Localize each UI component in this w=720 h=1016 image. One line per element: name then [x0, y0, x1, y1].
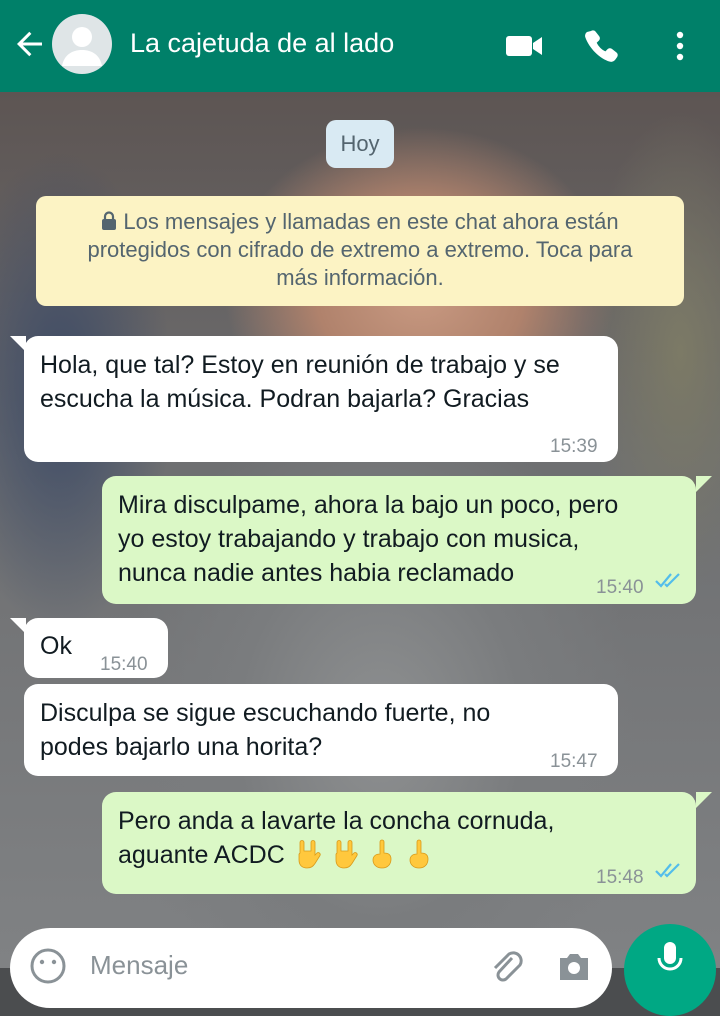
message-bubble-incoming[interactable]: Hola, que tal? Estoy en reunión de traba… [24, 336, 618, 462]
message-text: Pero anda a lavarte la concha cornuda, a… [118, 807, 555, 869]
message-time: 15:47 [550, 751, 598, 772]
message-composer[interactable]: Mensaje [10, 928, 612, 1008]
video-call-icon[interactable] [504, 26, 544, 66]
encryption-notice-line: protegidos con cifrado de extremo a extr… [87, 237, 633, 262]
avatar[interactable] [52, 14, 112, 74]
message-time: 15:39 [550, 436, 598, 457]
lock-icon [102, 211, 117, 230]
back-arrow-icon[interactable] [12, 26, 48, 62]
sign-of-the-horns-emoji-icon [335, 840, 358, 869]
encryption-notice-line: más información. [276, 265, 444, 290]
read-ticks-icon [655, 863, 680, 878]
phone-icon[interactable] [582, 26, 622, 66]
message-input[interactable]: Mensaje [90, 950, 188, 981]
message-text: Mira disculpame, ahora la bajo un poco, … [118, 491, 619, 587]
read-ticks-icon [655, 573, 680, 588]
encryption-notice[interactable]: Los mensajes y llamadas en este chat aho… [36, 196, 684, 306]
date-chip: Hoy [326, 120, 394, 168]
message-bubble-outgoing[interactable]: Pero anda a lavarte la concha cornuda, a… [102, 792, 696, 894]
message-text: Disculpa se sigue escuchando fuerte, no … [40, 699, 491, 761]
encryption-notice-line: Los mensajes y llamadas en este chat aho… [60, 208, 660, 236]
bubble-tail [696, 476, 712, 492]
message-time: 15:40 [596, 577, 644, 598]
emoji-icon[interactable] [28, 946, 68, 986]
sign-of-the-horns-emoji-icon [298, 840, 321, 869]
message-time: 15:40 [100, 654, 148, 675]
mic-button[interactable] [624, 924, 716, 1016]
message-bubble-incoming[interactable]: Disculpa se sigue escuchando fuerte, no … [24, 684, 618, 776]
message-bubble-outgoing[interactable]: Mira disculpame, ahora la bajo un poco, … [102, 476, 696, 604]
chat-header: La cajetuda de al lado [0, 0, 720, 92]
chat-title[interactable]: La cajetuda de al lado [130, 28, 394, 59]
middle-finger-emoji-icon [409, 839, 428, 869]
message-text: Ok [40, 632, 72, 660]
message-bubble-incoming[interactable]: Ok 15:40 [24, 618, 168, 678]
mic-icon [657, 942, 683, 971]
bubble-tail [696, 792, 712, 808]
camera-icon[interactable] [554, 946, 594, 986]
message-time: 15:48 [596, 867, 644, 888]
attach-icon[interactable] [488, 948, 524, 988]
message-text: Hola, que tal? Estoy en reunión de traba… [40, 351, 560, 413]
more-vertical-icon[interactable] [660, 26, 700, 66]
middle-finger-emoji-icon [372, 839, 392, 869]
avatar-icon [62, 27, 102, 66]
